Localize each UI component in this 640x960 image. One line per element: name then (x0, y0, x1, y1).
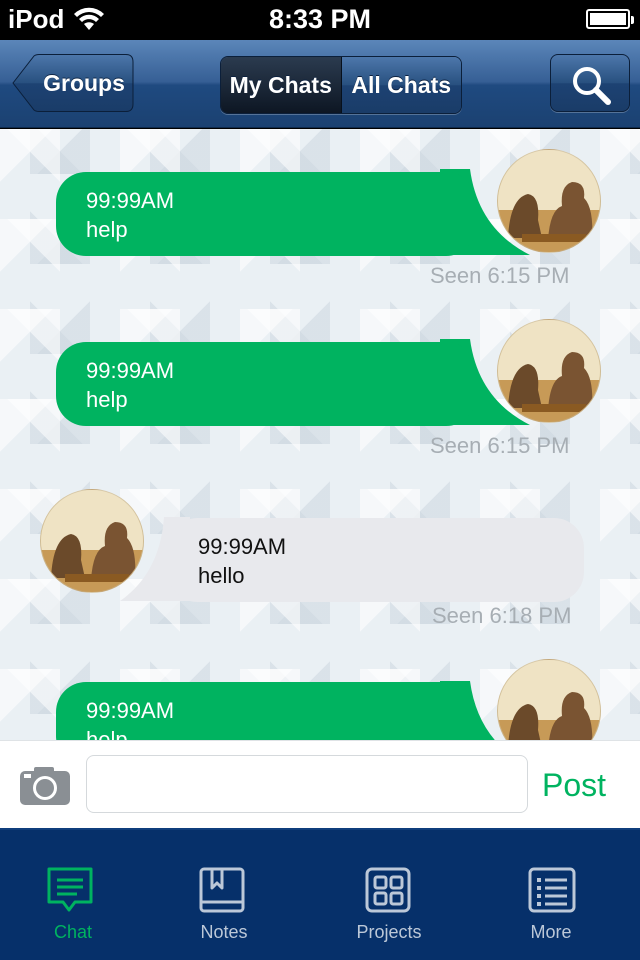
magnifier-icon (573, 67, 611, 105)
chat-bubble-icon (47, 867, 93, 912)
message-text: help (86, 387, 128, 412)
tab-bar: Chat Notes Projects More (0, 828, 640, 960)
message-timestamp: 99:99AM (86, 358, 175, 383)
tab-projects[interactable]: Projects (309, 830, 469, 960)
clock: 8:33 PM (268, 4, 372, 34)
post-button[interactable]: Post (536, 757, 636, 813)
message-text: help (86, 217, 128, 242)
outgoing-bubble: 99:99AM help (56, 682, 476, 740)
outgoing-bubble: 99:99AM help (56, 172, 476, 256)
status-bar: iPod 8:33 PM (0, 0, 640, 40)
tab-more[interactable]: More (471, 830, 631, 960)
tab-label: Notes (200, 922, 248, 942)
tab-my-chats[interactable]: My Chats (221, 57, 342, 113)
message-composer: Post (0, 740, 640, 828)
seen-status: Seen 6:18 PM (432, 603, 572, 628)
avatar[interactable] (497, 659, 601, 740)
incoming-bubble: 99:99AM hello (168, 518, 584, 602)
tab-chat[interactable]: Chat (0, 830, 153, 960)
tab-all-chats[interactable]: All Chats (341, 57, 461, 113)
battery-full-icon (586, 9, 634, 29)
camera-button[interactable] (18, 765, 72, 807)
navigation-bar: Groups My Chats All Chats (0, 40, 640, 128)
back-button-label: Groups (43, 70, 125, 96)
avatar[interactable] (497, 149, 601, 253)
outgoing-bubble: 99:99AM help (56, 342, 476, 426)
message-timestamp: 99:99AM (86, 698, 175, 723)
tab-label: More (530, 922, 572, 942)
list-icon (528, 867, 576, 913)
tab-label: Chat (53, 922, 93, 942)
search-button[interactable] (550, 54, 630, 112)
message-input[interactable] (86, 755, 528, 813)
book-icon (199, 867, 245, 913)
tab-label: Projects (356, 922, 422, 942)
avatar[interactable] (497, 319, 601, 423)
camera-icon (20, 767, 70, 805)
back-button-groups[interactable]: Groups (12, 54, 134, 112)
tab-notes[interactable]: Notes (144, 830, 304, 960)
chat-message-list[interactable]: 99:99AM help Seen 6:15 PM 99:99AM help S… (0, 129, 640, 740)
grid-icon (365, 867, 411, 913)
message-timestamp: 99:99AM (198, 534, 287, 559)
seen-status: Seen 6:15 PM (430, 433, 570, 458)
seen-status: Seen 6:15 PM (430, 263, 570, 288)
chat-scope-segmented-control: My Chats All Chats (220, 56, 462, 114)
message-text: help (86, 727, 128, 740)
message-text: hello (198, 563, 245, 588)
message-timestamp: 99:99AM (86, 188, 175, 213)
avatar[interactable] (40, 489, 144, 593)
